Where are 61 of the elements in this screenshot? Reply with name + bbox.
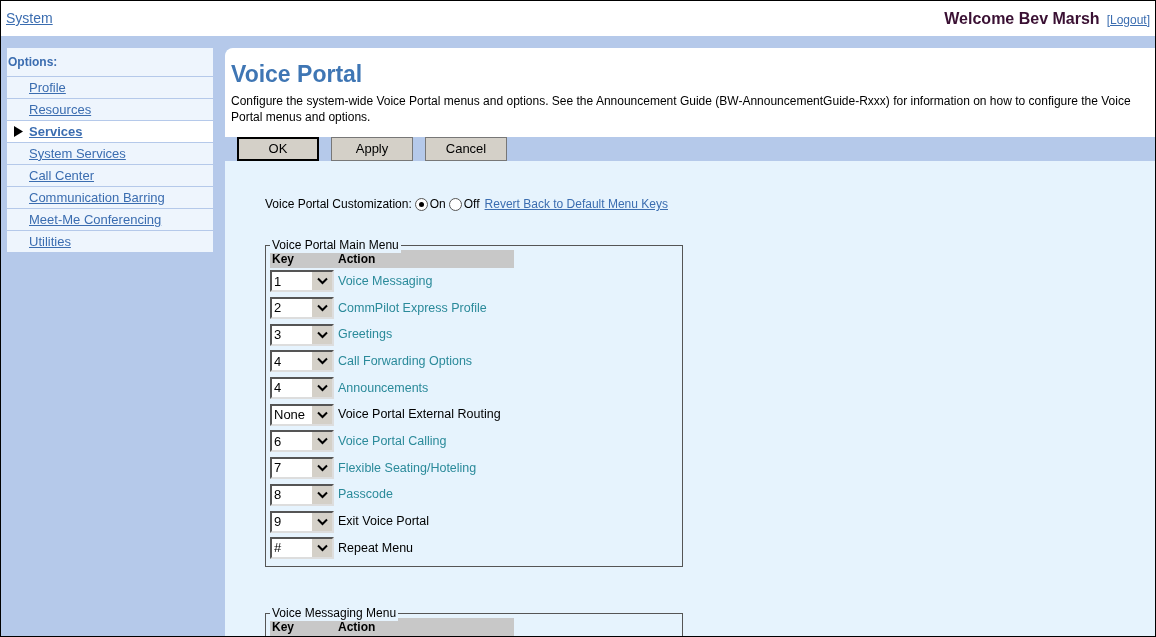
- sidebar-item[interactable]: Meet-Me Conferencing: [29, 209, 162, 230]
- sidebar-item[interactable]: Communication Barring: [29, 187, 165, 208]
- welcome-text: Welcome Bev Marsh: [944, 8, 1100, 29]
- radio-label: Off: [463, 196, 480, 213]
- breadcrumb-link[interactable]: System: [6, 8, 53, 29]
- menu-action: Announcements: [338, 379, 429, 397]
- key-dropdown[interactable]: 1: [270, 270, 334, 293]
- menu-action: Voice Portal External Routing: [338, 406, 501, 424]
- sidebar-item[interactable]: Resources: [29, 99, 92, 120]
- key-dropdown[interactable]: 8: [270, 483, 334, 506]
- page-description: Configure the system-wide Voice Portal menus and options. See the Announcement Guide (BW-AnnouncementGuide-Rxxx) for information on how to configure the Voice Portal menus and options.: [231, 93, 1132, 125]
- logout-link[interactable]: [Logout]: [1106, 10, 1150, 29]
- menu-action: Repeat Menu: [338, 539, 414, 557]
- action-button[interactable]: Cancel: [425, 137, 507, 161]
- field-label: Voice Portal Customization:: [265, 196, 412, 213]
- chevron-down-icon: [316, 437, 328, 446]
- sidebar-item[interactable]: Profile: [29, 77, 66, 98]
- sidebar-item[interactable]: Utilities: [29, 231, 71, 252]
- key-dropdown[interactable]: 4: [270, 377, 334, 400]
- action-button[interactable]: Apply: [331, 137, 413, 161]
- key-dropdown[interactable]: 2: [270, 297, 334, 320]
- key-dropdown[interactable]: 3: [270, 323, 334, 346]
- revert-link[interactable]: Revert Back to Default Menu Keys: [484, 195, 668, 213]
- menu-action: Passcode: [338, 486, 393, 504]
- menu-action: Voice Messaging: [338, 272, 433, 290]
- chevron-down-icon: [316, 357, 328, 366]
- key-dropdown[interactable]: 7: [270, 457, 334, 480]
- column-header: Key: [271, 618, 295, 636]
- radio-button[interactable]: [414, 197, 428, 211]
- page-title: Voice Portal: [231, 60, 364, 88]
- chevron-down-icon: [316, 330, 328, 339]
- chevron-down-icon: [316, 277, 328, 286]
- key-dropdown[interactable]: 9: [270, 510, 334, 533]
- chevron-down-icon: [316, 410, 328, 419]
- chevron-down-icon: [316, 464, 328, 473]
- pointer-icon: [13, 126, 23, 137]
- key-dropdown[interactable]: None: [270, 403, 334, 426]
- chevron-down-icon: [316, 384, 328, 393]
- menu-action: CommPilot Express Profile: [338, 299, 487, 317]
- sidebar-item[interactable]: System Services: [29, 143, 126, 164]
- radio-label: On: [429, 196, 446, 213]
- sidebar-item[interactable]: Call Center: [29, 165, 95, 186]
- key-dropdown[interactable]: #: [270, 537, 334, 560]
- menu-action: Voice Portal Calling: [338, 433, 447, 451]
- menu-action: Call Forwarding Options: [338, 353, 473, 371]
- group-legend: Voice Portal Main Menu: [270, 237, 401, 253]
- sidebar-title: Options:: [7, 48, 213, 77]
- chevron-down-icon: [316, 304, 328, 313]
- action-button[interactable]: OK: [237, 137, 319, 161]
- radio-button[interactable]: [448, 197, 462, 211]
- menu-action: Exit Voice Portal: [338, 513, 429, 531]
- chevron-down-icon: [316, 517, 328, 526]
- key-dropdown[interactable]: 4: [270, 350, 334, 373]
- key-dropdown[interactable]: 6: [270, 430, 334, 453]
- chevron-down-icon: [316, 490, 328, 499]
- menu-action: Greetings: [338, 326, 393, 344]
- chevron-down-icon: [316, 544, 328, 553]
- column-header: Key: [271, 251, 295, 268]
- menu-action: Flexible Seating/Hoteling: [338, 459, 477, 477]
- column-header: Action: [338, 251, 376, 268]
- column-header: Action: [338, 619, 376, 636]
